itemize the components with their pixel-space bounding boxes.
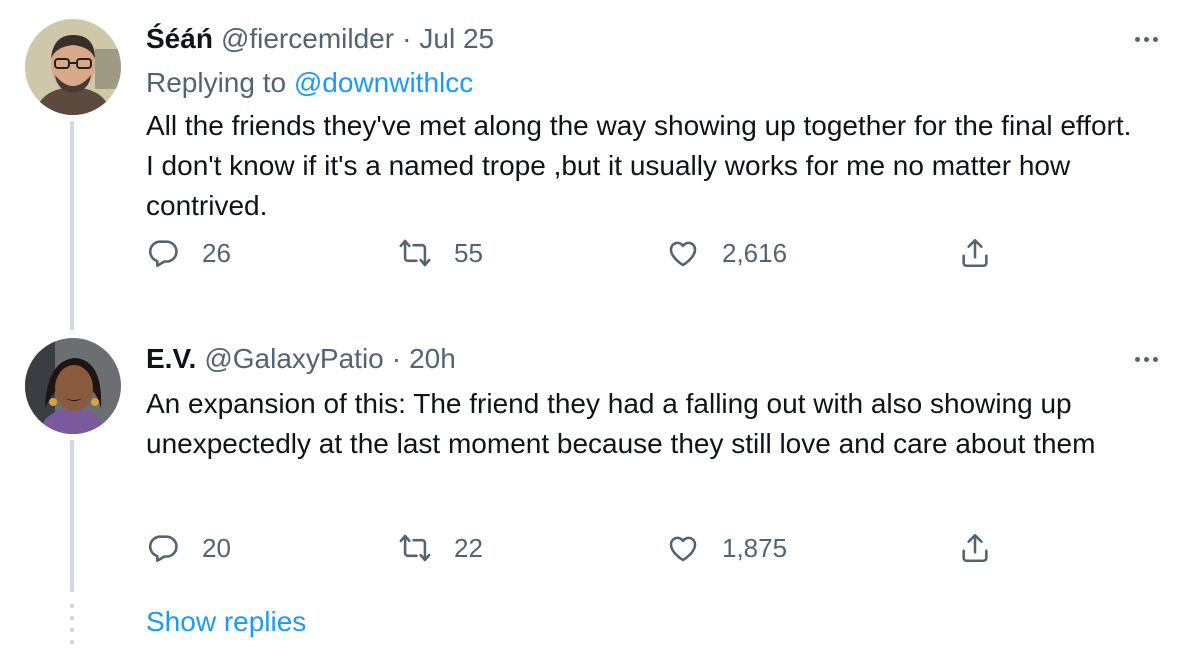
user-handle[interactable]: @GalaxyPatio — [204, 343, 383, 375]
show-replies-link[interactable]: Show replies — [146, 606, 306, 638]
display-name[interactable]: E.V. — [146, 343, 196, 375]
thread-line — [70, 440, 74, 592]
tweet-header: Śéáń @fiercemilder · Jul 25 — [146, 20, 1158, 58]
reply-thread: Śéáń @fiercemilder · Jul 25 Replying to … — [0, 0, 1194, 656]
share-icon — [962, 238, 988, 268]
timestamp[interactable]: 20h — [409, 343, 456, 375]
tweet-content: Śéáń @fiercemilder · Jul 25 Replying to … — [146, 20, 1158, 226]
tweet-text: An expansion of this: The friend they ha… — [146, 388, 1096, 459]
thread-line — [70, 121, 74, 330]
more-icon[interactable] — [1118, 344, 1158, 374]
tweet[interactable]: E.V. @GalaxyPatio · 20h An expansion of … — [0, 330, 1194, 600]
retweet-button[interactable]: 55 — [398, 233, 483, 273]
like-button[interactable]: 2,616 — [666, 233, 787, 273]
share-button[interactable] — [958, 528, 992, 568]
separator: · — [391, 343, 402, 374]
retweet-icon — [399, 239, 431, 267]
reply-count: 20 — [202, 532, 231, 563]
reply-icon — [148, 535, 178, 563]
thread-continuation-dots — [70, 604, 74, 644]
reply-count: 26 — [202, 237, 231, 268]
tweet-text: All the friends they've met along the wa… — [146, 110, 1132, 221]
retweet-button[interactable]: 22 — [398, 528, 483, 568]
like-count: 1,875 — [722, 532, 788, 563]
replying-prefix: Replying to — [146, 67, 287, 98]
reply-icon — [148, 240, 178, 268]
reply-button[interactable]: 26 — [146, 233, 231, 273]
separator: · — [402, 23, 412, 54]
avatar[interactable] — [25, 338, 121, 434]
user-handle[interactable]: @fiercemilder — [221, 23, 394, 55]
like-icon — [669, 536, 697, 562]
mention-link[interactable]: @downwithlcc — [294, 67, 473, 98]
share-icon — [962, 533, 988, 563]
retweet-icon — [399, 534, 431, 562]
tweet-actions: 26 55 2,616 — [146, 233, 1006, 273]
display-name[interactable]: Śéáń — [146, 23, 213, 55]
tweet-header: E.V. @GalaxyPatio · 20h — [146, 340, 1158, 378]
retweet-count: 22 — [454, 532, 483, 563]
tweet-actions: 20 22 1,875 — [146, 528, 1006, 568]
retweet-count: 55 — [454, 237, 483, 268]
avatar[interactable] — [25, 19, 121, 115]
like-icon — [669, 241, 697, 267]
like-count: 2,616 — [722, 237, 788, 268]
share-button[interactable] — [958, 233, 992, 273]
replying-to: Replying to @downwithlcc — [146, 66, 1158, 100]
tweet[interactable]: Śéáń @fiercemilder · Jul 25 Replying to … — [0, 0, 1194, 330]
tweet-content: E.V. @GalaxyPatio · 20h An expansion of … — [146, 340, 1158, 464]
timestamp[interactable]: Jul 25 — [419, 23, 494, 55]
more-icon[interactable] — [1118, 24, 1158, 54]
like-button[interactable]: 1,875 — [666, 528, 787, 568]
reply-button[interactable]: 20 — [146, 528, 231, 568]
